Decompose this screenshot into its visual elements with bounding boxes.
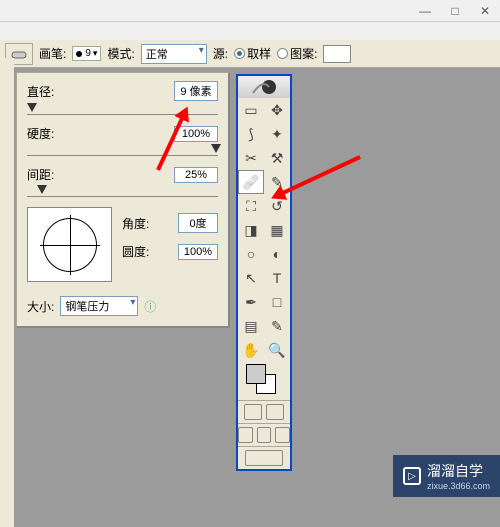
brush-dot-icon bbox=[76, 51, 82, 57]
spacing-input[interactable]: 25% bbox=[174, 167, 218, 183]
screen-mode-3[interactable] bbox=[275, 427, 290, 443]
wand-icon[interactable]: ✦ bbox=[264, 122, 290, 146]
options-bar: 画笔: 9 ▾ 模式: 正常 源: 取样 图案: bbox=[0, 40, 500, 68]
foreground-color[interactable] bbox=[246, 364, 266, 384]
brush-size-value: 9 bbox=[85, 48, 91, 59]
pattern-radio[interactable]: 图案: bbox=[277, 45, 317, 62]
radio-icon bbox=[277, 48, 288, 59]
source-label: 源: bbox=[213, 45, 228, 62]
notes-icon[interactable]: ▤ bbox=[238, 314, 264, 338]
menubar bbox=[0, 22, 500, 40]
diameter-input[interactable]: 9 像素 bbox=[174, 81, 218, 101]
stamp-icon[interactable]: ⛶ bbox=[238, 194, 264, 218]
hardness-input[interactable]: 100% bbox=[174, 126, 218, 142]
mode-label: 模式: bbox=[107, 45, 134, 62]
hardness-label: 硬度: bbox=[27, 125, 54, 142]
close-button[interactable]: ✕ bbox=[470, 1, 500, 21]
info-icon[interactable]: ⓘ bbox=[144, 298, 156, 315]
diameter-label: 直径: bbox=[27, 83, 54, 100]
standard-mode-button[interactable] bbox=[244, 404, 262, 420]
blur-icon[interactable]: ○ bbox=[238, 242, 264, 266]
pattern-swatch[interactable] bbox=[323, 45, 351, 63]
brush-angle-preview[interactable] bbox=[27, 207, 112, 282]
play-icon: ▷ bbox=[403, 467, 421, 485]
brush-settings-panel: 直径: 9 像素 硬度: 100% 间距: 25% 角度: 0 bbox=[16, 72, 230, 328]
size-dropdown[interactable]: 钢笔压力 bbox=[60, 296, 138, 316]
brush-picker[interactable]: 9 ▾ bbox=[72, 46, 101, 61]
slice-icon[interactable]: ⚒ bbox=[264, 146, 290, 170]
marquee-icon[interactable]: ▭ bbox=[238, 98, 264, 122]
jump-row bbox=[238, 446, 290, 469]
toolbox-header[interactable] bbox=[238, 76, 290, 98]
roundness-label: 圆度: bbox=[122, 243, 149, 260]
hardness-slider[interactable] bbox=[27, 145, 218, 156]
sample-label: 取样 bbox=[247, 45, 271, 62]
pattern-label: 图案: bbox=[290, 45, 317, 62]
eraser-icon[interactable]: ◨ bbox=[238, 218, 264, 242]
minimize-button[interactable]: — bbox=[410, 1, 440, 21]
gradient-icon[interactable]: ▦ bbox=[264, 218, 290, 242]
screen-mode-1[interactable] bbox=[238, 427, 253, 443]
maximize-button[interactable]: □ bbox=[440, 1, 470, 21]
move-icon[interactable]: ✥ bbox=[264, 98, 290, 122]
watermark-text: 溜溜自学 bbox=[427, 461, 490, 481]
shape-icon[interactable]: □ bbox=[264, 290, 290, 314]
type-icon[interactable]: T bbox=[264, 266, 290, 290]
quickmask-row bbox=[238, 400, 290, 423]
pen-icon[interactable]: ✒ bbox=[238, 290, 264, 314]
zoom-icon[interactable]: 🔍 bbox=[264, 338, 290, 362]
roundness-input[interactable]: 100% bbox=[178, 244, 218, 260]
ruler bbox=[0, 58, 14, 527]
angle-label: 角度: bbox=[122, 215, 149, 232]
radio-icon bbox=[234, 48, 245, 59]
spacing-label: 间距: bbox=[27, 166, 54, 183]
dodge-icon[interactable]: ◐ bbox=[264, 242, 290, 266]
color-swatches[interactable] bbox=[238, 362, 290, 400]
size-label: 大小: bbox=[27, 298, 54, 315]
crop-icon[interactable]: ✂ bbox=[238, 146, 264, 170]
titlebar: — □ ✕ bbox=[0, 0, 500, 22]
healing-icon[interactable]: 🩹 bbox=[238, 170, 264, 194]
watermark: ▷ 溜溜自学 zixue.3d66.com bbox=[393, 455, 500, 497]
watermark-url: zixue.3d66.com bbox=[427, 481, 490, 491]
spacing-slider[interactable] bbox=[27, 186, 218, 197]
sample-radio[interactable]: 取样 bbox=[234, 45, 271, 62]
quickmask-mode-button[interactable] bbox=[266, 404, 284, 420]
brush-label: 画笔: bbox=[39, 45, 66, 62]
angle-input[interactable]: 0度 bbox=[178, 213, 218, 233]
hand-icon[interactable]: ✋ bbox=[238, 338, 264, 362]
screen-mode-row bbox=[238, 423, 290, 446]
screen-mode-2[interactable] bbox=[257, 427, 272, 443]
toolbox: ▭✥⟆✦✂⚒🩹✎⛶↺◨▦○◐↖T✒□▤✎✋🔍 bbox=[236, 74, 292, 471]
ps-logo-icon bbox=[249, 79, 279, 95]
eyedrop-icon[interactable]: ✎ bbox=[264, 314, 290, 338]
path-icon[interactable]: ↖ bbox=[238, 266, 264, 290]
lasso-icon[interactable]: ⟆ bbox=[238, 122, 264, 146]
mode-dropdown[interactable]: 正常 bbox=[141, 44, 207, 64]
jump-to-button[interactable] bbox=[245, 450, 283, 466]
